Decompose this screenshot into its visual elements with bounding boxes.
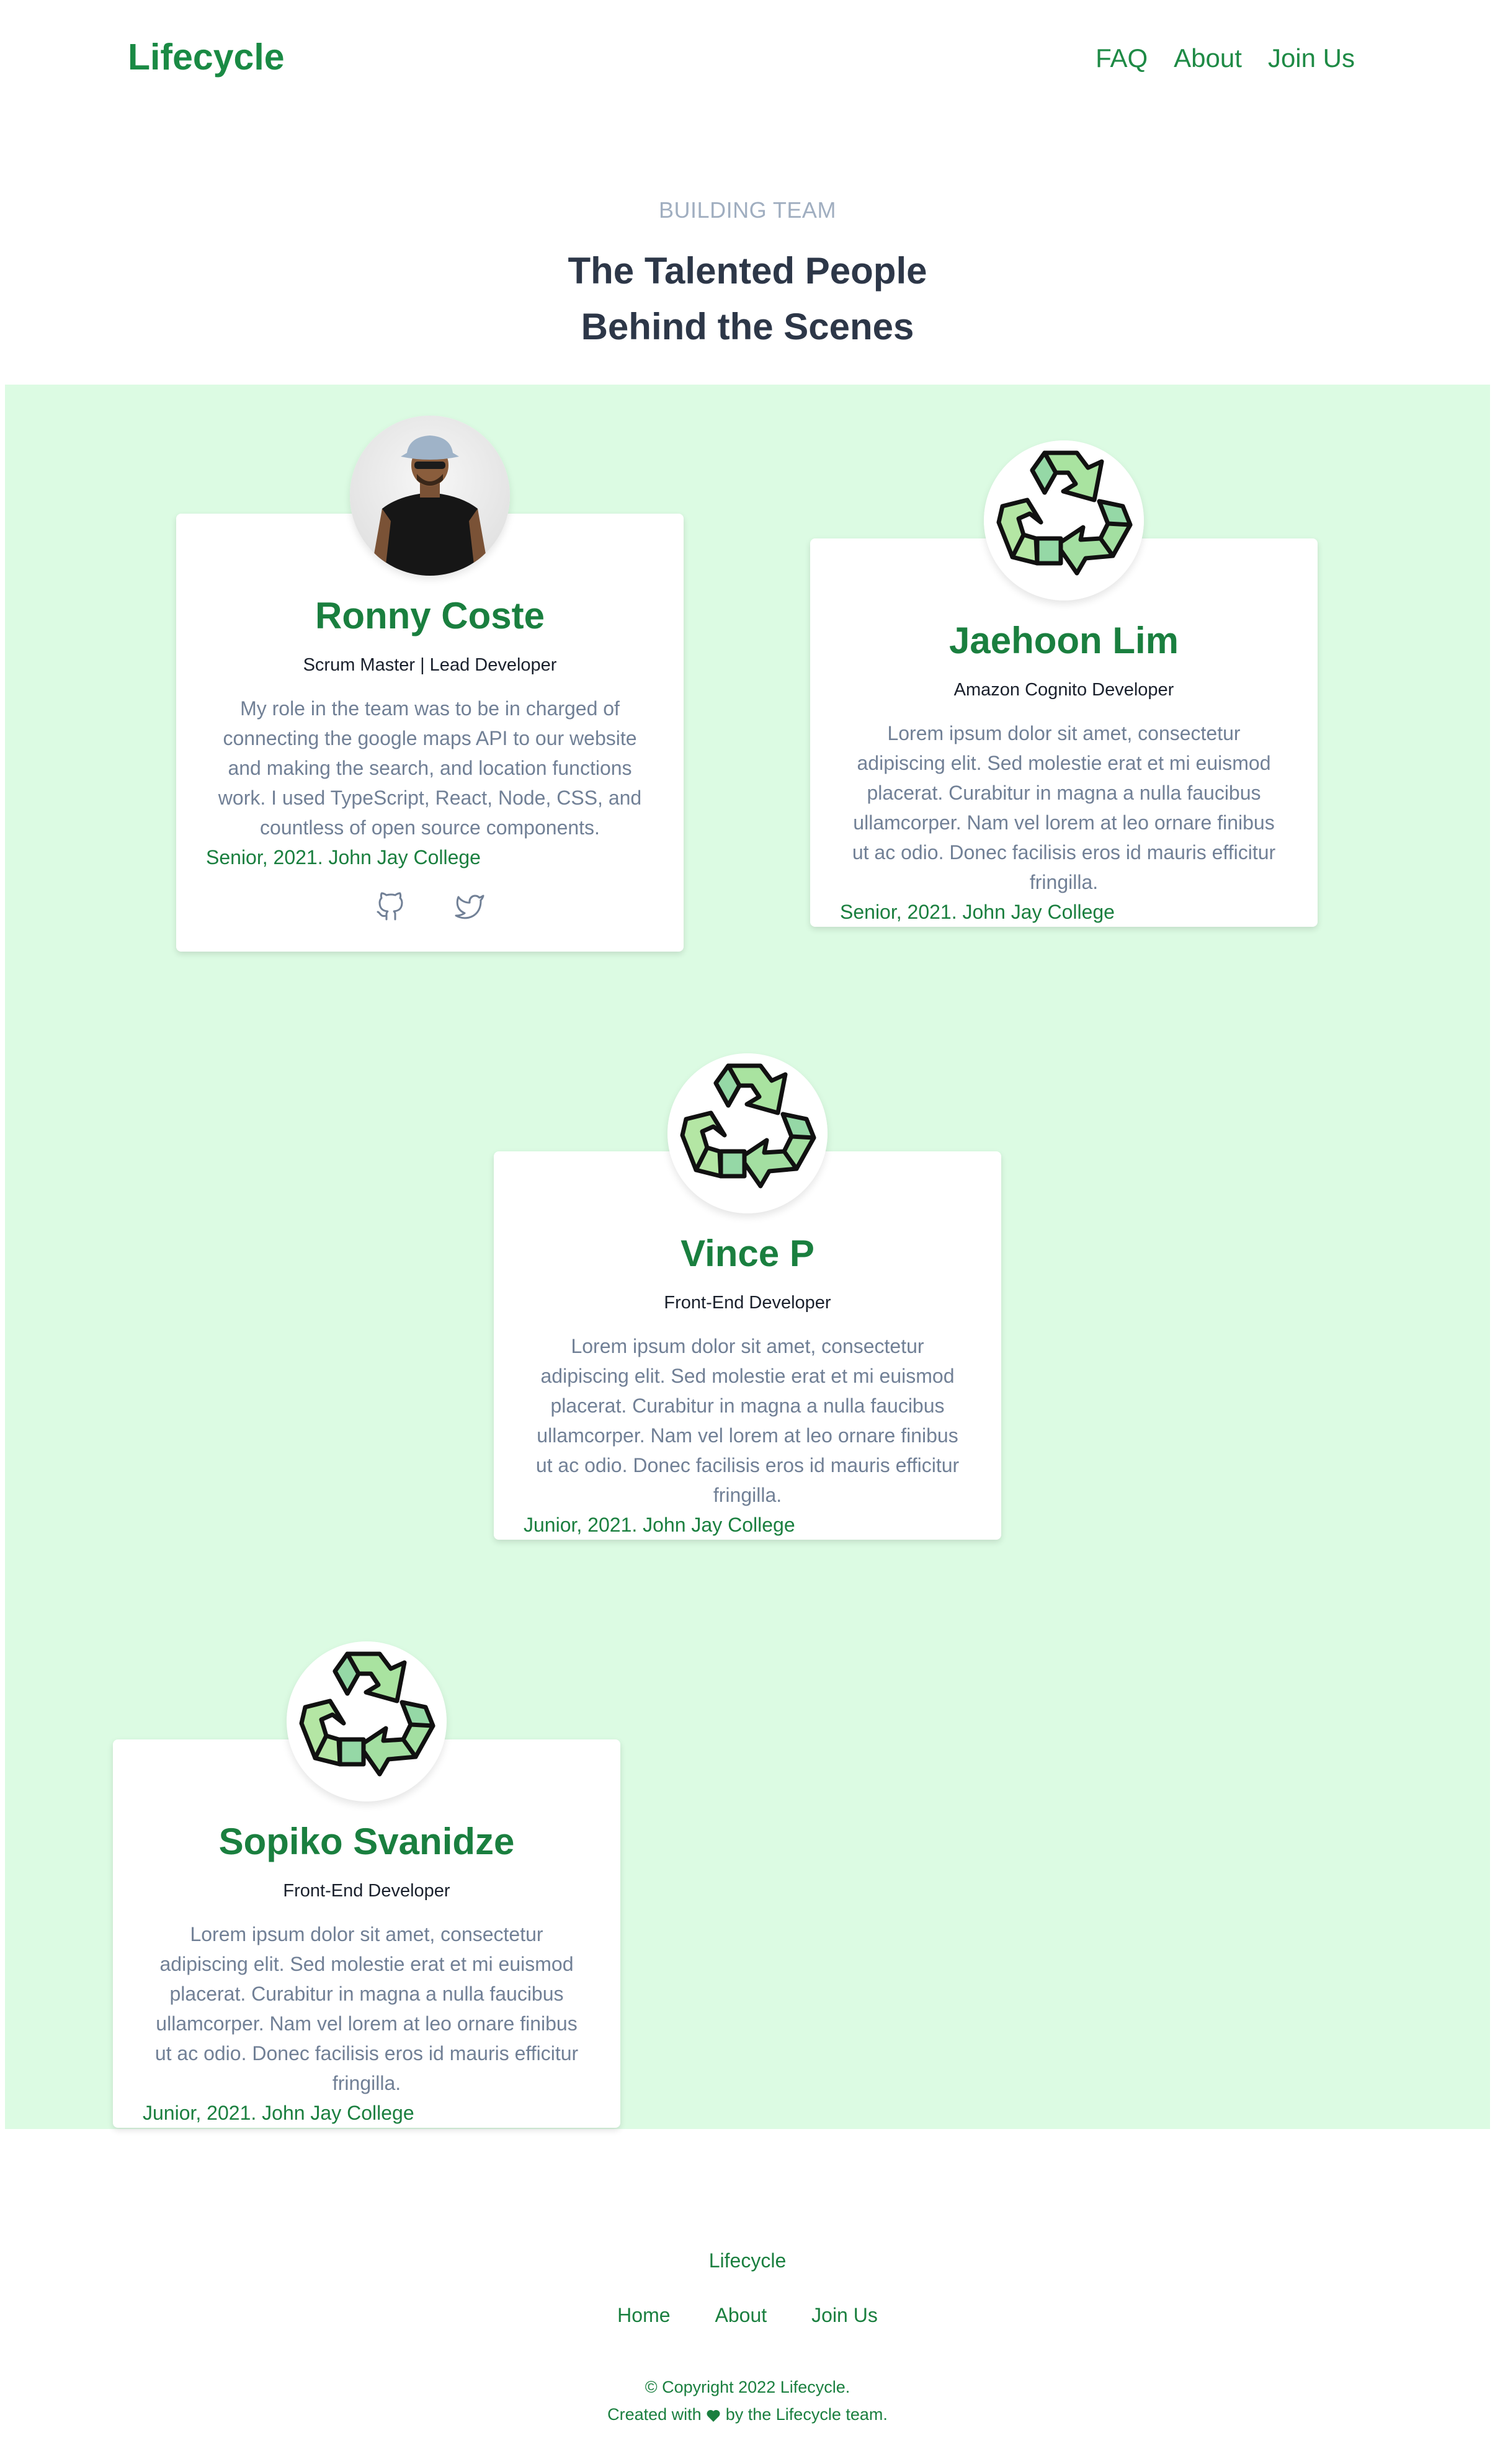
member-name: Sopiko Svanidze <box>218 1821 515 1862</box>
footer-copyright: © Copyright 2022 Lifecycle. Created with… <box>0 2373 1495 2428</box>
avatar <box>350 416 510 576</box>
member-school: Senior, 2021. John Jay College <box>206 846 481 868</box>
member-bio: My role in the team was to be in charged… <box>218 697 642 839</box>
member-name: Ronny Coste <box>315 595 545 636</box>
team-card: Sopiko Svanidze Front-End Developer Lore… <box>113 1641 620 2128</box>
footer-nav: Home About Join Us <box>0 2304 1495 2327</box>
copyright-text: © Copyright 2022 Lifecycle. <box>645 2378 850 2396</box>
member-name: Vince P <box>681 1233 814 1274</box>
member-role: Front-End Developer <box>283 1881 450 1901</box>
footer-link-home[interactable]: Home <box>617 2304 670 2327</box>
profile-photo <box>350 416 510 576</box>
twitter-icon[interactable] <box>455 892 484 922</box>
member-role: Front-End Developer <box>664 1293 831 1313</box>
section-title-line-2: Behind the Scenes <box>581 306 914 347</box>
member-school: Junior, 2021. John Jay College <box>143 2102 414 2124</box>
heart-icon <box>707 2409 720 2422</box>
nav-link-faq[interactable]: FAQ <box>1096 43 1148 73</box>
recycle-icon <box>667 1053 828 1213</box>
member-bio: Lorem ipsum dolor sit amet, consectetur … <box>535 1335 960 1506</box>
member-name: Jaehoon Lim <box>948 620 1179 661</box>
member-bio: Lorem ipsum dolor sit amet, consectetur … <box>154 1923 579 2094</box>
member-bio: Lorem ipsum dolor sit amet, consectetur … <box>852 722 1276 893</box>
member-role: Amazon Cognito Developer <box>953 680 1174 700</box>
created-with-text: Created with by the Lifecycle team. <box>0 2401 1495 2428</box>
team-card: Vince P Front-End Developer Lorem ipsum … <box>494 1053 1001 1540</box>
created-with-suffix: by the Lifecycle team. <box>725 2405 888 2424</box>
social-links <box>176 892 684 922</box>
member-school: Junior, 2021. John Jay College <box>524 1514 795 1536</box>
footer-link-join-us[interactable]: Join Us <box>811 2304 878 2327</box>
site-logo[interactable]: Lifecycle <box>128 36 285 78</box>
recycle-icon <box>287 1641 447 1801</box>
nav-link-join-us[interactable]: Join Us <box>1268 43 1355 73</box>
section-title: The Talented People Behind the Scenes <box>0 243 1495 355</box>
github-icon[interactable] <box>375 892 405 922</box>
footer-link-about[interactable]: About <box>715 2304 767 2327</box>
section-title-line-1: The Talented People <box>568 250 927 292</box>
top-nav: FAQ About Join Us <box>1096 43 1355 73</box>
recycle-icon <box>984 440 1144 600</box>
nav-link-about[interactable]: About <box>1174 43 1242 73</box>
team-card: Ronny Coste Scrum Master | Lead Develope… <box>176 416 684 952</box>
created-with-prefix: Created with <box>607 2405 702 2424</box>
team-card: Jaehoon Lim Amazon Cognito Developer Lor… <box>810 440 1318 927</box>
member-role: Scrum Master | Lead Developer <box>303 655 557 675</box>
section-eyebrow: BUILDING TEAM <box>659 197 836 223</box>
footer-brand[interactable]: Lifecycle <box>0 2249 1495 2272</box>
member-school: Senior, 2021. John Jay College <box>840 901 1115 923</box>
